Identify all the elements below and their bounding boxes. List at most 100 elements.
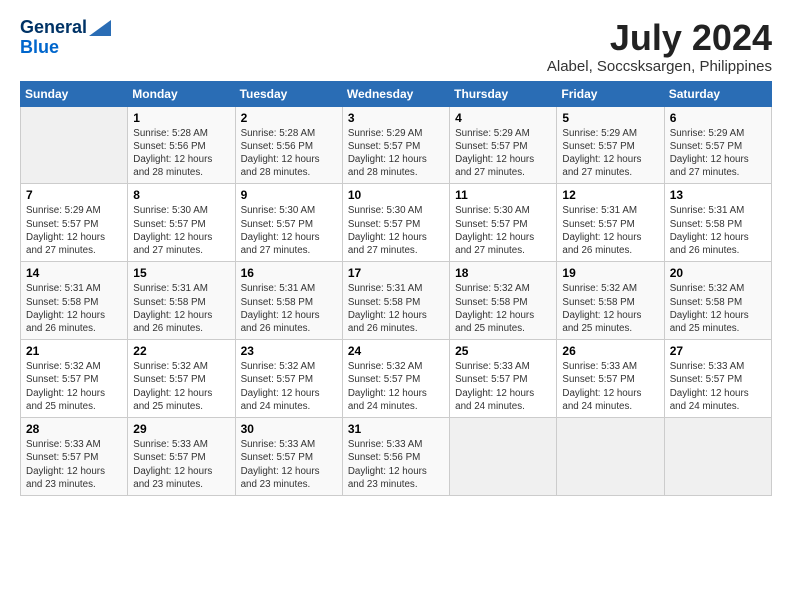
day-info: Sunrise: 5:32 AM Sunset: 5:57 PM Dayligh… bbox=[133, 360, 230, 413]
day-number: 2 bbox=[241, 111, 338, 125]
day-number: 23 bbox=[241, 344, 338, 358]
day-info: Sunrise: 5:30 AM Sunset: 5:57 PM Dayligh… bbox=[348, 204, 445, 257]
logo-blue: Blue bbox=[20, 38, 59, 58]
day-number: 31 bbox=[348, 422, 445, 436]
day-number: 15 bbox=[133, 266, 230, 280]
calendar-cell: 15 Sunrise: 5:31 AM Sunset: 5:58 PM Dayli… bbox=[128, 262, 235, 340]
calendar-cell: 20 Sunrise: 5:32 AM Sunset: 5:58 PM Dayli… bbox=[664, 262, 771, 340]
calendar-cell: 7Sunrise: 5:29 AM Sunset: 5:57 PM Daylig… bbox=[21, 184, 128, 262]
calendar-header-friday: Friday bbox=[557, 81, 664, 106]
calendar-cell: 29 Sunrise: 5:33 AM Sunset: 5:57 PM Dayli… bbox=[128, 418, 235, 496]
day-number: 4 bbox=[455, 111, 552, 125]
calendar-cell: 11Sunrise: 5:30 AM Sunset: 5:57 PM Dayli… bbox=[450, 184, 557, 262]
calendar-cell bbox=[450, 418, 557, 496]
calendar-header-wednesday: Wednesday bbox=[342, 81, 449, 106]
day-number: 6 bbox=[670, 111, 767, 125]
calendar-cell bbox=[21, 106, 128, 184]
calendar-cell: 9 Sunrise: 5:30 AM Sunset: 5:57 PM Daylig… bbox=[235, 184, 342, 262]
calendar-cell: 17 Sunrise: 5:31 AM Sunset: 5:58 PM Dayli… bbox=[342, 262, 449, 340]
calendar-cell bbox=[557, 418, 664, 496]
day-info: Sunrise: 5:32 AM Sunset: 5:57 PM Dayligh… bbox=[241, 360, 338, 413]
calendar-week-row: 7Sunrise: 5:29 AM Sunset: 5:57 PM Daylig… bbox=[21, 184, 772, 262]
calendar-header-monday: Monday bbox=[128, 81, 235, 106]
calendar-header-sunday: Sunday bbox=[21, 81, 128, 106]
day-info: Sunrise: 5:30 AM Sunset: 5:57 PM Dayligh… bbox=[455, 204, 552, 257]
day-info: Sunrise: 5:31 AM Sunset: 5:58 PM Dayligh… bbox=[348, 282, 445, 335]
calendar-cell: 19 Sunrise: 5:32 AM Sunset: 5:58 PM Dayli… bbox=[557, 262, 664, 340]
calendar-cell: 28 Sunrise: 5:33 AM Sunset: 5:57 PM Dayli… bbox=[21, 418, 128, 496]
calendar-cell: 8 Sunrise: 5:30 AM Sunset: 5:57 PM Daylig… bbox=[128, 184, 235, 262]
calendar-cell: 27 Sunrise: 5:33 AM Sunset: 5:57 PM Dayli… bbox=[664, 340, 771, 418]
day-number: 10 bbox=[348, 188, 445, 202]
day-info: Sunrise: 5:33 AM Sunset: 5:57 PM Dayligh… bbox=[241, 438, 338, 491]
calendar-cell: 5 Sunrise: 5:29 AM Sunset: 5:57 PM Daylig… bbox=[557, 106, 664, 184]
calendar-header-tuesday: Tuesday bbox=[235, 81, 342, 106]
day-number: 8 bbox=[133, 188, 230, 202]
calendar-cell: 18Sunrise: 5:32 AM Sunset: 5:58 PM Dayli… bbox=[450, 262, 557, 340]
day-number: 17 bbox=[348, 266, 445, 280]
day-number: 5 bbox=[562, 111, 659, 125]
month-year-title: July 2024 bbox=[547, 18, 772, 58]
day-info: Sunrise: 5:30 AM Sunset: 5:57 PM Dayligh… bbox=[241, 204, 338, 257]
day-info: Sunrise: 5:29 AM Sunset: 5:57 PM Dayligh… bbox=[562, 127, 659, 180]
location-subtitle: Alabel, Soccsksargen, Philippines bbox=[547, 58, 772, 75]
calendar-cell: 2 Sunrise: 5:28 AM Sunset: 5:56 PM Daylig… bbox=[235, 106, 342, 184]
day-number: 19 bbox=[562, 266, 659, 280]
day-info: Sunrise: 5:31 AM Sunset: 5:57 PM Dayligh… bbox=[562, 204, 659, 257]
day-number: 3 bbox=[348, 111, 445, 125]
day-info: Sunrise: 5:33 AM Sunset: 5:56 PM Dayligh… bbox=[348, 438, 445, 491]
calendar-cell: 12Sunrise: 5:31 AM Sunset: 5:57 PM Dayli… bbox=[557, 184, 664, 262]
calendar-cell: 10 Sunrise: 5:30 AM Sunset: 5:57 PM Dayli… bbox=[342, 184, 449, 262]
day-number: 20 bbox=[670, 266, 767, 280]
day-number: 29 bbox=[133, 422, 230, 436]
calendar-cell: 25Sunrise: 5:33 AM Sunset: 5:57 PM Dayli… bbox=[450, 340, 557, 418]
day-number: 9 bbox=[241, 188, 338, 202]
day-info: Sunrise: 5:31 AM Sunset: 5:58 PM Dayligh… bbox=[26, 282, 123, 335]
calendar-cell: 3Sunrise: 5:29 AM Sunset: 5:57 PM Daylig… bbox=[342, 106, 449, 184]
day-info: Sunrise: 5:32 AM Sunset: 5:58 PM Dayligh… bbox=[562, 282, 659, 335]
calendar-cell bbox=[664, 418, 771, 496]
calendar-cell: 31 Sunrise: 5:33 AM Sunset: 5:56 PM Dayli… bbox=[342, 418, 449, 496]
logo: General Blue bbox=[20, 18, 111, 58]
day-info: Sunrise: 5:33 AM Sunset: 5:57 PM Dayligh… bbox=[562, 360, 659, 413]
day-info: Sunrise: 5:33 AM Sunset: 5:57 PM Dayligh… bbox=[26, 438, 123, 491]
day-info: Sunrise: 5:33 AM Sunset: 5:57 PM Dayligh… bbox=[133, 438, 230, 491]
day-info: Sunrise: 5:32 AM Sunset: 5:58 PM Dayligh… bbox=[670, 282, 767, 335]
calendar-cell: 30 Sunrise: 5:33 AM Sunset: 5:57 PM Dayli… bbox=[235, 418, 342, 496]
calendar-cell: 4 Sunrise: 5:29 AM Sunset: 5:57 PM Daylig… bbox=[450, 106, 557, 184]
calendar-table: SundayMondayTuesdayWednesdayThursdayFrid… bbox=[20, 81, 772, 496]
calendar-week-row: 28 Sunrise: 5:33 AM Sunset: 5:57 PM Dayli… bbox=[21, 418, 772, 496]
calendar-cell: 13 Sunrise: 5:31 AM Sunset: 5:58 PM Dayli… bbox=[664, 184, 771, 262]
day-info: Sunrise: 5:32 AM Sunset: 5:57 PM Dayligh… bbox=[348, 360, 445, 413]
day-number: 14 bbox=[26, 266, 123, 280]
page-container: General Blue July 2024 Alabel, Soccsksar… bbox=[0, 0, 792, 506]
day-info: Sunrise: 5:31 AM Sunset: 5:58 PM Dayligh… bbox=[670, 204, 767, 257]
day-number: 24 bbox=[348, 344, 445, 358]
day-number: 13 bbox=[670, 188, 767, 202]
day-info: Sunrise: 5:29 AM Sunset: 5:57 PM Dayligh… bbox=[455, 127, 552, 180]
calendar-cell: 6Sunrise: 5:29 AM Sunset: 5:57 PM Daylig… bbox=[664, 106, 771, 184]
day-info: Sunrise: 5:31 AM Sunset: 5:58 PM Dayligh… bbox=[241, 282, 338, 335]
calendar-cell: 23 Sunrise: 5:32 AM Sunset: 5:57 PM Dayli… bbox=[235, 340, 342, 418]
day-number: 30 bbox=[241, 422, 338, 436]
logo-general: General bbox=[20, 17, 87, 37]
day-info: Sunrise: 5:30 AM Sunset: 5:57 PM Dayligh… bbox=[133, 204, 230, 257]
day-number: 18 bbox=[455, 266, 552, 280]
day-number: 28 bbox=[26, 422, 123, 436]
logo-text: General bbox=[20, 18, 111, 38]
day-info: Sunrise: 5:28 AM Sunset: 5:56 PM Dayligh… bbox=[133, 127, 230, 180]
day-info: Sunrise: 5:33 AM Sunset: 5:57 PM Dayligh… bbox=[455, 360, 552, 413]
day-info: Sunrise: 5:33 AM Sunset: 5:57 PM Dayligh… bbox=[670, 360, 767, 413]
day-number: 7 bbox=[26, 188, 123, 202]
calendar-cell: 21Sunrise: 5:32 AM Sunset: 5:57 PM Dayli… bbox=[21, 340, 128, 418]
day-number: 27 bbox=[670, 344, 767, 358]
day-info: Sunrise: 5:28 AM Sunset: 5:56 PM Dayligh… bbox=[241, 127, 338, 180]
calendar-cell: 14 Sunrise: 5:31 AM Sunset: 5:58 PM Dayli… bbox=[21, 262, 128, 340]
title-block: July 2024 Alabel, Soccsksargen, Philippi… bbox=[547, 18, 772, 75]
day-info: Sunrise: 5:31 AM Sunset: 5:58 PM Dayligh… bbox=[133, 282, 230, 335]
day-number: 22 bbox=[133, 344, 230, 358]
header: General Blue July 2024 Alabel, Soccsksar… bbox=[20, 18, 772, 75]
calendar-cell: 1Sunrise: 5:28 AM Sunset: 5:56 PM Daylig… bbox=[128, 106, 235, 184]
day-number: 26 bbox=[562, 344, 659, 358]
calendar-cell: 26 Sunrise: 5:33 AM Sunset: 5:57 PM Dayli… bbox=[557, 340, 664, 418]
